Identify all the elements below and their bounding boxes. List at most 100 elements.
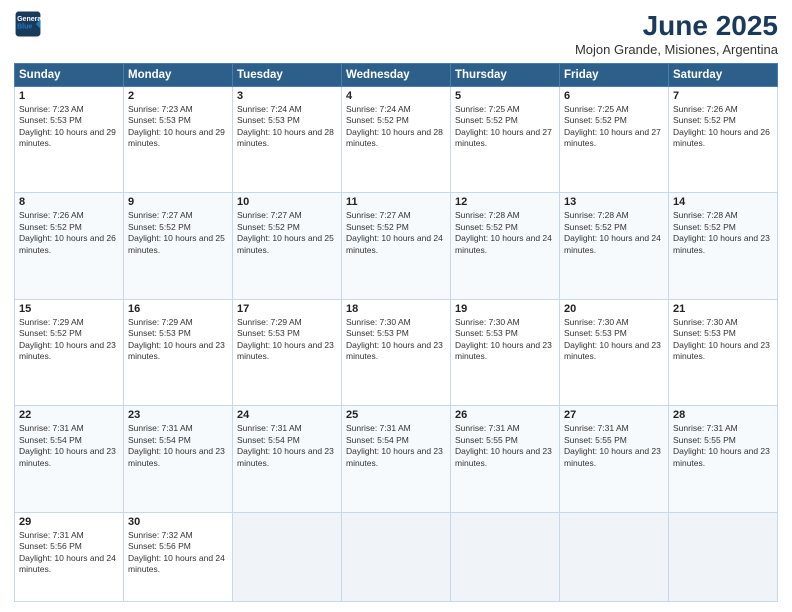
day-20: 20 Sunrise: 7:30 AMSunset: 5:53 PMDaylig… <box>560 299 669 405</box>
logo-icon: General Blue <box>14 10 42 38</box>
day-10: 10 Sunrise: 7:27 AMSunset: 5:52 PMDaylig… <box>233 193 342 299</box>
location: Mojon Grande, Misiones, Argentina <box>575 42 778 57</box>
day-23: 23 Sunrise: 7:31 AMSunset: 5:54 PMDaylig… <box>124 406 233 512</box>
day-1: 1 Sunrise: 7:23 AMSunset: 5:53 PMDayligh… <box>15 87 124 193</box>
day-info: Sunrise: 7:27 AMSunset: 5:52 PMDaylight:… <box>237 210 334 254</box>
day-info: Sunrise: 7:31 AMSunset: 5:54 PMDaylight:… <box>237 423 334 467</box>
day-number: 13 <box>564 196 664 208</box>
day-info: Sunrise: 7:29 AMSunset: 5:53 PMDaylight:… <box>237 317 334 361</box>
day-26: 26 Sunrise: 7:31 AMSunset: 5:55 PMDaylig… <box>451 406 560 512</box>
day-info: Sunrise: 7:26 AMSunset: 5:52 PMDaylight:… <box>19 210 116 254</box>
calendar-table: Sunday Monday Tuesday Wednesday Thursday… <box>14 63 778 602</box>
day-13: 13 Sunrise: 7:28 AMSunset: 5:52 PMDaylig… <box>560 193 669 299</box>
day-info: Sunrise: 7:24 AMSunset: 5:52 PMDaylight:… <box>346 104 443 148</box>
day-number: 22 <box>19 409 119 421</box>
day-info: Sunrise: 7:24 AMSunset: 5:53 PMDaylight:… <box>237 104 334 148</box>
day-30: 30 Sunrise: 7:32 AMSunset: 5:56 PMDaylig… <box>124 512 233 601</box>
col-monday: Monday <box>124 64 233 87</box>
empty-cell <box>669 512 778 601</box>
day-18: 18 Sunrise: 7:30 AMSunset: 5:53 PMDaylig… <box>342 299 451 405</box>
day-29: 29 Sunrise: 7:31 AMSunset: 5:56 PMDaylig… <box>15 512 124 601</box>
day-number: 18 <box>346 303 446 315</box>
day-7: 7 Sunrise: 7:26 AMSunset: 5:52 PMDayligh… <box>669 87 778 193</box>
day-number: 30 <box>128 516 228 528</box>
day-number: 24 <box>237 409 337 421</box>
day-info: Sunrise: 7:30 AMSunset: 5:53 PMDaylight:… <box>346 317 443 361</box>
day-25: 25 Sunrise: 7:31 AMSunset: 5:54 PMDaylig… <box>342 406 451 512</box>
day-number: 26 <box>455 409 555 421</box>
day-number: 25 <box>346 409 446 421</box>
svg-text:Blue: Blue <box>17 24 32 31</box>
day-number: 10 <box>237 196 337 208</box>
day-info: Sunrise: 7:31 AMSunset: 5:54 PMDaylight:… <box>346 423 443 467</box>
title-block: June 2025 Mojon Grande, Misiones, Argent… <box>575 10 778 57</box>
col-tuesday: Tuesday <box>233 64 342 87</box>
day-info: Sunrise: 7:28 AMSunset: 5:52 PMDaylight:… <box>455 210 552 254</box>
day-number: 27 <box>564 409 664 421</box>
day-number: 21 <box>673 303 773 315</box>
day-number: 28 <box>673 409 773 421</box>
day-info: Sunrise: 7:30 AMSunset: 5:53 PMDaylight:… <box>564 317 661 361</box>
day-number: 2 <box>128 90 228 102</box>
day-info: Sunrise: 7:25 AMSunset: 5:52 PMDaylight:… <box>564 104 661 148</box>
day-info: Sunrise: 7:31 AMSunset: 5:55 PMDaylight:… <box>673 423 770 467</box>
day-5: 5 Sunrise: 7:25 AMSunset: 5:52 PMDayligh… <box>451 87 560 193</box>
day-info: Sunrise: 7:26 AMSunset: 5:52 PMDaylight:… <box>673 104 770 148</box>
col-sunday: Sunday <box>15 64 124 87</box>
day-16: 16 Sunrise: 7:29 AMSunset: 5:53 PMDaylig… <box>124 299 233 405</box>
col-thursday: Thursday <box>451 64 560 87</box>
empty-cell <box>451 512 560 601</box>
day-info: Sunrise: 7:31 AMSunset: 5:54 PMDaylight:… <box>19 423 116 467</box>
empty-cell <box>560 512 669 601</box>
day-info: Sunrise: 7:32 AMSunset: 5:56 PMDaylight:… <box>128 530 225 574</box>
col-wednesday: Wednesday <box>342 64 451 87</box>
day-number: 23 <box>128 409 228 421</box>
day-info: Sunrise: 7:27 AMSunset: 5:52 PMDaylight:… <box>128 210 225 254</box>
month-title: June 2025 <box>575 10 778 42</box>
day-14: 14 Sunrise: 7:28 AMSunset: 5:52 PMDaylig… <box>669 193 778 299</box>
day-info: Sunrise: 7:30 AMSunset: 5:53 PMDaylight:… <box>673 317 770 361</box>
day-19: 19 Sunrise: 7:30 AMSunset: 5:53 PMDaylig… <box>451 299 560 405</box>
day-4: 4 Sunrise: 7:24 AMSunset: 5:52 PMDayligh… <box>342 87 451 193</box>
day-info: Sunrise: 7:31 AMSunset: 5:55 PMDaylight:… <box>564 423 661 467</box>
day-number: 3 <box>237 90 337 102</box>
day-info: Sunrise: 7:28 AMSunset: 5:52 PMDaylight:… <box>564 210 661 254</box>
day-22: 22 Sunrise: 7:31 AMSunset: 5:54 PMDaylig… <box>15 406 124 512</box>
day-17: 17 Sunrise: 7:29 AMSunset: 5:53 PMDaylig… <box>233 299 342 405</box>
day-info: Sunrise: 7:30 AMSunset: 5:53 PMDaylight:… <box>455 317 552 361</box>
day-info: Sunrise: 7:27 AMSunset: 5:52 PMDaylight:… <box>346 210 443 254</box>
day-number: 20 <box>564 303 664 315</box>
col-saturday: Saturday <box>669 64 778 87</box>
day-3: 3 Sunrise: 7:24 AMSunset: 5:53 PMDayligh… <box>233 87 342 193</box>
day-number: 7 <box>673 90 773 102</box>
day-number: 11 <box>346 196 446 208</box>
day-info: Sunrise: 7:31 AMSunset: 5:54 PMDaylight:… <box>128 423 225 467</box>
day-number: 4 <box>346 90 446 102</box>
day-28: 28 Sunrise: 7:31 AMSunset: 5:55 PMDaylig… <box>669 406 778 512</box>
day-info: Sunrise: 7:31 AMSunset: 5:56 PMDaylight:… <box>19 530 116 574</box>
day-info: Sunrise: 7:25 AMSunset: 5:52 PMDaylight:… <box>455 104 552 148</box>
day-2: 2 Sunrise: 7:23 AMSunset: 5:53 PMDayligh… <box>124 87 233 193</box>
day-info: Sunrise: 7:28 AMSunset: 5:52 PMDaylight:… <box>673 210 770 254</box>
header: General Blue June 2025 Mojon Grande, Mis… <box>14 10 778 57</box>
day-6: 6 Sunrise: 7:25 AMSunset: 5:52 PMDayligh… <box>560 87 669 193</box>
weekday-header-row: Sunday Monday Tuesday Wednesday Thursday… <box>15 64 778 87</box>
day-number: 8 <box>19 196 119 208</box>
day-info: Sunrise: 7:23 AMSunset: 5:53 PMDaylight:… <box>128 104 225 148</box>
day-number: 12 <box>455 196 555 208</box>
day-number: 5 <box>455 90 555 102</box>
empty-cell <box>342 512 451 601</box>
day-number: 14 <box>673 196 773 208</box>
day-number: 16 <box>128 303 228 315</box>
day-number: 6 <box>564 90 664 102</box>
day-27: 27 Sunrise: 7:31 AMSunset: 5:55 PMDaylig… <box>560 406 669 512</box>
day-number: 29 <box>19 516 119 528</box>
day-info: Sunrise: 7:29 AMSunset: 5:52 PMDaylight:… <box>19 317 116 361</box>
logo: General Blue <box>14 10 42 38</box>
day-15: 15 Sunrise: 7:29 AMSunset: 5:52 PMDaylig… <box>15 299 124 405</box>
empty-cell <box>233 512 342 601</box>
day-9: 9 Sunrise: 7:27 AMSunset: 5:52 PMDayligh… <box>124 193 233 299</box>
day-info: Sunrise: 7:23 AMSunset: 5:53 PMDaylight:… <box>19 104 116 148</box>
day-11: 11 Sunrise: 7:27 AMSunset: 5:52 PMDaylig… <box>342 193 451 299</box>
day-number: 15 <box>19 303 119 315</box>
